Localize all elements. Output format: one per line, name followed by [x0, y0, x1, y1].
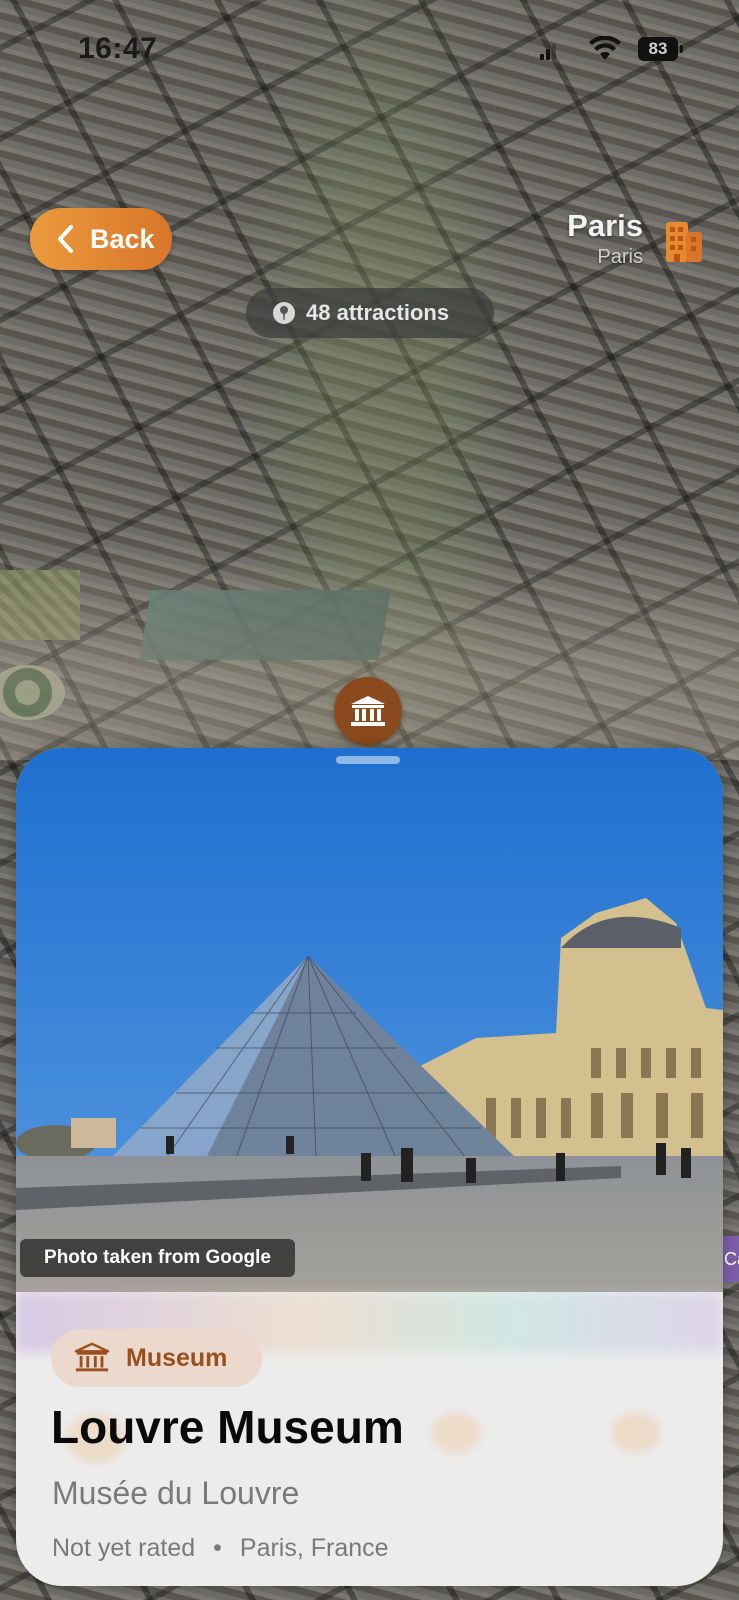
- attraction-detail-sheet[interactable]: Photo taken from Google Museum Louvre Mu…: [16, 748, 723, 1586]
- museum-icon: [74, 1342, 110, 1372]
- attractions-count-pill[interactable]: 48 attractions: [246, 288, 494, 338]
- blurred-bg-icon: [431, 1413, 481, 1453]
- photo-attribution: Photo taken from Google: [20, 1239, 295, 1277]
- blurred-bg-icon: [611, 1413, 661, 1453]
- attractions-count-label: 48 attractions: [306, 300, 450, 325]
- cellular-signal-icon: [540, 42, 556, 60]
- category-label: Museum: [126, 1343, 228, 1372]
- back-button-label: Back: [90, 223, 155, 254]
- map-marker-louvre[interactable]: [334, 677, 402, 745]
- map-circular-garden: [0, 665, 65, 720]
- city-name: Paris: [567, 208, 643, 243]
- chevron-left-icon: [46, 219, 86, 259]
- building-icon[interactable]: [664, 216, 704, 264]
- rating-status: Not yet rated: [52, 1534, 196, 1562]
- status-time: 16:47: [78, 32, 158, 65]
- attraction-photo[interactable]: [16, 748, 723, 1292]
- category-badge: Museum: [51, 1329, 262, 1387]
- location-pin-icon: [273, 302, 295, 324]
- museum-icon: [351, 696, 385, 726]
- city-header[interactable]: Paris Paris: [567, 208, 643, 270]
- city-subtitle: Paris: [597, 246, 643, 268]
- attraction-location: Paris, France: [239, 1534, 389, 1562]
- attraction-title: Louvre Museum: [51, 1401, 404, 1453]
- map-garden: [0, 570, 80, 640]
- meta-separator: •: [213, 1534, 222, 1562]
- attraction-local-name: Musée du Louvre: [52, 1475, 300, 1511]
- back-button[interactable]: Back: [30, 208, 172, 270]
- battery-icon: 83: [638, 37, 683, 61]
- sheet-drag-handle[interactable]: [336, 756, 400, 764]
- map-building-roof: [138, 590, 392, 660]
- status-bar: 16:47 83: [0, 0, 739, 100]
- wifi-icon: [589, 36, 621, 60]
- attraction-meta: Not yet rated • Paris, France: [52, 1534, 389, 1563]
